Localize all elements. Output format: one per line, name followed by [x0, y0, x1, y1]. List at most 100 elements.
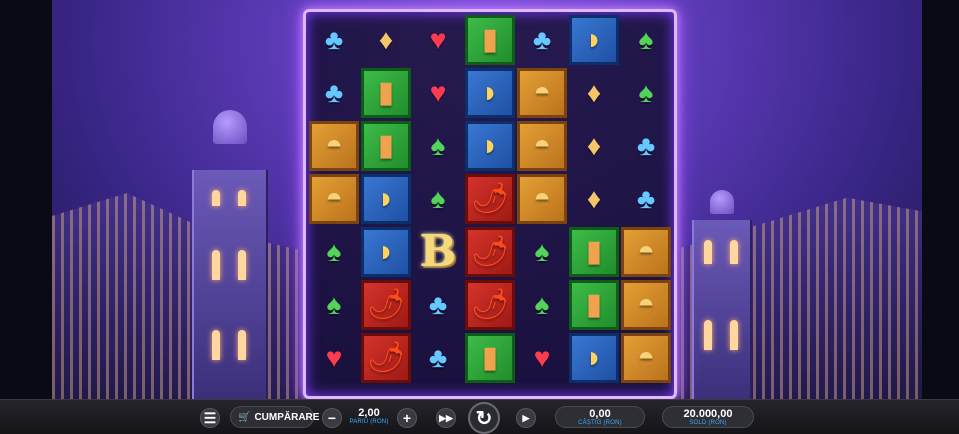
- win-label: CÂȘTIG (RON): [578, 420, 622, 426]
- cart-icon: 🛒: [238, 411, 251, 423]
- taco-icon: ◗: [584, 23, 604, 56]
- tower-window: [212, 190, 220, 206]
- plus-icon: +: [402, 410, 412, 426]
- tequila-bottle-icon: ▮: [377, 129, 395, 162]
- sombrero-icon: ◓: [324, 129, 344, 162]
- reel-symbol: ◓: [621, 333, 671, 383]
- bet-increase-button[interactable]: +: [397, 408, 417, 428]
- spade-icon: ♠: [638, 24, 654, 55]
- reel-symbol: ♠: [309, 280, 359, 330]
- bet-value: 2,00: [358, 407, 380, 419]
- minus-icon: −: [327, 410, 337, 426]
- bonus-b-icon: B: [419, 226, 457, 277]
- club-icon: ♣: [428, 289, 448, 320]
- diamond-icon: ♦: [378, 24, 394, 55]
- reel-symbol: 🌶: [361, 333, 411, 383]
- left-bell-tower: [192, 110, 268, 400]
- reel-symbol: ◗: [361, 227, 411, 277]
- tequila-bottle-icon: ▮: [585, 288, 603, 321]
- reel-symbol: ◓: [517, 68, 567, 118]
- reel-symbol: ♠: [309, 227, 359, 277]
- tower-dome-icon: [213, 110, 247, 144]
- club-icon: ♣: [532, 24, 552, 55]
- chili-pepper-icon: 🌶: [470, 235, 510, 268]
- tequila-bottle-icon: ▮: [481, 23, 499, 56]
- spade-icon: ♠: [430, 130, 446, 161]
- reel-symbol: ♣: [413, 333, 463, 383]
- play-icon: ▶: [522, 412, 530, 423]
- spade-icon: ♠: [638, 77, 654, 108]
- spade-icon: ♠: [326, 236, 342, 267]
- spin-button[interactable]: ↻: [468, 402, 500, 434]
- tower-window: [704, 320, 712, 350]
- reel-symbol: ◓: [309, 174, 359, 224]
- spade-icon: ♠: [430, 183, 446, 214]
- game-stage: ♣ ♣ ◓ ◓ ♠ ♠ ♥ ♦ ▮ ▮ ◗ ◗ 🌶 🌶 ♥ ♥ ♠ ♠ B ♣ ♣ ▮ ◗ ◗ 🌶 🌶 🌶 ▮ ♣ ◓ ◓ ◓ ♠ ♠ ♥ ◗ ♦ ♦ ♦ ▮…: [0, 0, 959, 434]
- tower-window: [730, 320, 738, 350]
- reel-symbol: ♠: [413, 121, 463, 171]
- reel-symbol: ◗: [465, 68, 515, 118]
- reel-symbol: ♣: [309, 68, 359, 118]
- spade-icon: ♠: [534, 289, 550, 320]
- buy-feature-button[interactable]: 🛒 CUMPĂRARE: [230, 406, 319, 428]
- win-display: 0,00 CÂȘTIG (RON): [555, 406, 645, 428]
- autoplay-button[interactable]: ▶: [516, 408, 536, 428]
- tower-window: [238, 190, 246, 206]
- heart-icon: ♥: [429, 77, 447, 108]
- spade-icon: ♠: [326, 289, 342, 320]
- reel-symbol: ♦: [569, 174, 619, 224]
- chili-pepper-icon: 🌶: [366, 288, 406, 321]
- right-bell-tower: [692, 190, 752, 400]
- reel-symbol: ♠: [621, 68, 671, 118]
- diamond-icon: ♦: [586, 130, 602, 161]
- taco-icon: ◗: [376, 235, 396, 268]
- taco-icon: ◗: [480, 129, 500, 162]
- bet-label: PARIU (RON): [349, 419, 389, 425]
- reel-symbol: ▮: [569, 227, 619, 277]
- reel-symbol: ▮: [569, 280, 619, 330]
- slot-reels[interactable]: ♣ ♣ ◓ ◓ ♠ ♠ ♥ ♦ ▮ ▮ ◗ ◗ 🌶 🌶 ♥ ♥ ♠ ♠ B ♣ ♣ ▮ ◗ ◗ 🌶 🌶 🌶 ▮ ♣ ◓ ◓ ◓ ♠ ♠ ♥ ◗ ♦ ♦ ♦ ▮…: [303, 9, 677, 399]
- bet-display: 2,00 PARIU (RON): [348, 407, 390, 425]
- reel-symbol: ♣: [517, 15, 567, 65]
- reel-symbol: ♠: [413, 174, 463, 224]
- tower-window: [730, 240, 738, 264]
- sombrero-icon: ◓: [532, 182, 552, 215]
- reel-symbol: ♦: [569, 121, 619, 171]
- tower-window: [238, 250, 246, 280]
- club-icon: ♣: [636, 183, 656, 214]
- sombrero-icon: ◓: [636, 288, 656, 321]
- reel-symbol: ♥: [517, 333, 567, 383]
- bet-decrease-button[interactable]: −: [322, 408, 342, 428]
- taco-icon: ◗: [376, 182, 396, 215]
- reel-symbol: ▮: [465, 333, 515, 383]
- reel-symbol: ▮: [361, 68, 411, 118]
- reel-symbol: ◗: [361, 174, 411, 224]
- reel-symbol: ♠: [517, 280, 567, 330]
- hamburger-icon: ☰: [203, 409, 217, 426]
- reel-symbol: ♦: [569, 68, 619, 118]
- tequila-bottle-icon: ▮: [377, 76, 395, 109]
- heart-icon: ♥: [325, 342, 343, 373]
- reel-symbol: ◓: [517, 174, 567, 224]
- taco-icon: ◗: [584, 341, 604, 374]
- club-icon: ♣: [636, 130, 656, 161]
- menu-button[interactable]: ☰: [200, 408, 220, 428]
- reel-symbol: ▮: [361, 121, 411, 171]
- reel-symbol: ◓: [309, 121, 359, 171]
- tower-dome-icon: [710, 190, 734, 214]
- heart-icon: ♥: [533, 342, 551, 373]
- club-icon: ♣: [428, 342, 448, 373]
- reel-symbol: ♦: [361, 15, 411, 65]
- spade-icon: ♠: [534, 236, 550, 267]
- diamond-icon: ♦: [586, 183, 602, 214]
- club-icon: ♣: [324, 77, 344, 108]
- heart-icon: ♥: [429, 24, 447, 55]
- balance-value: 20.000,00: [683, 408, 733, 420]
- chili-pepper-icon: 🌶: [470, 288, 510, 321]
- reel-symbol: 🌶: [361, 280, 411, 330]
- reel-symbol: ♣: [309, 15, 359, 65]
- reel-symbol: ◗: [465, 121, 515, 171]
- reel-symbol: 🌶: [465, 174, 515, 224]
- balance-label: SOLD (RON): [689, 420, 727, 426]
- turbo-button[interactable]: ▶▶: [436, 408, 456, 428]
